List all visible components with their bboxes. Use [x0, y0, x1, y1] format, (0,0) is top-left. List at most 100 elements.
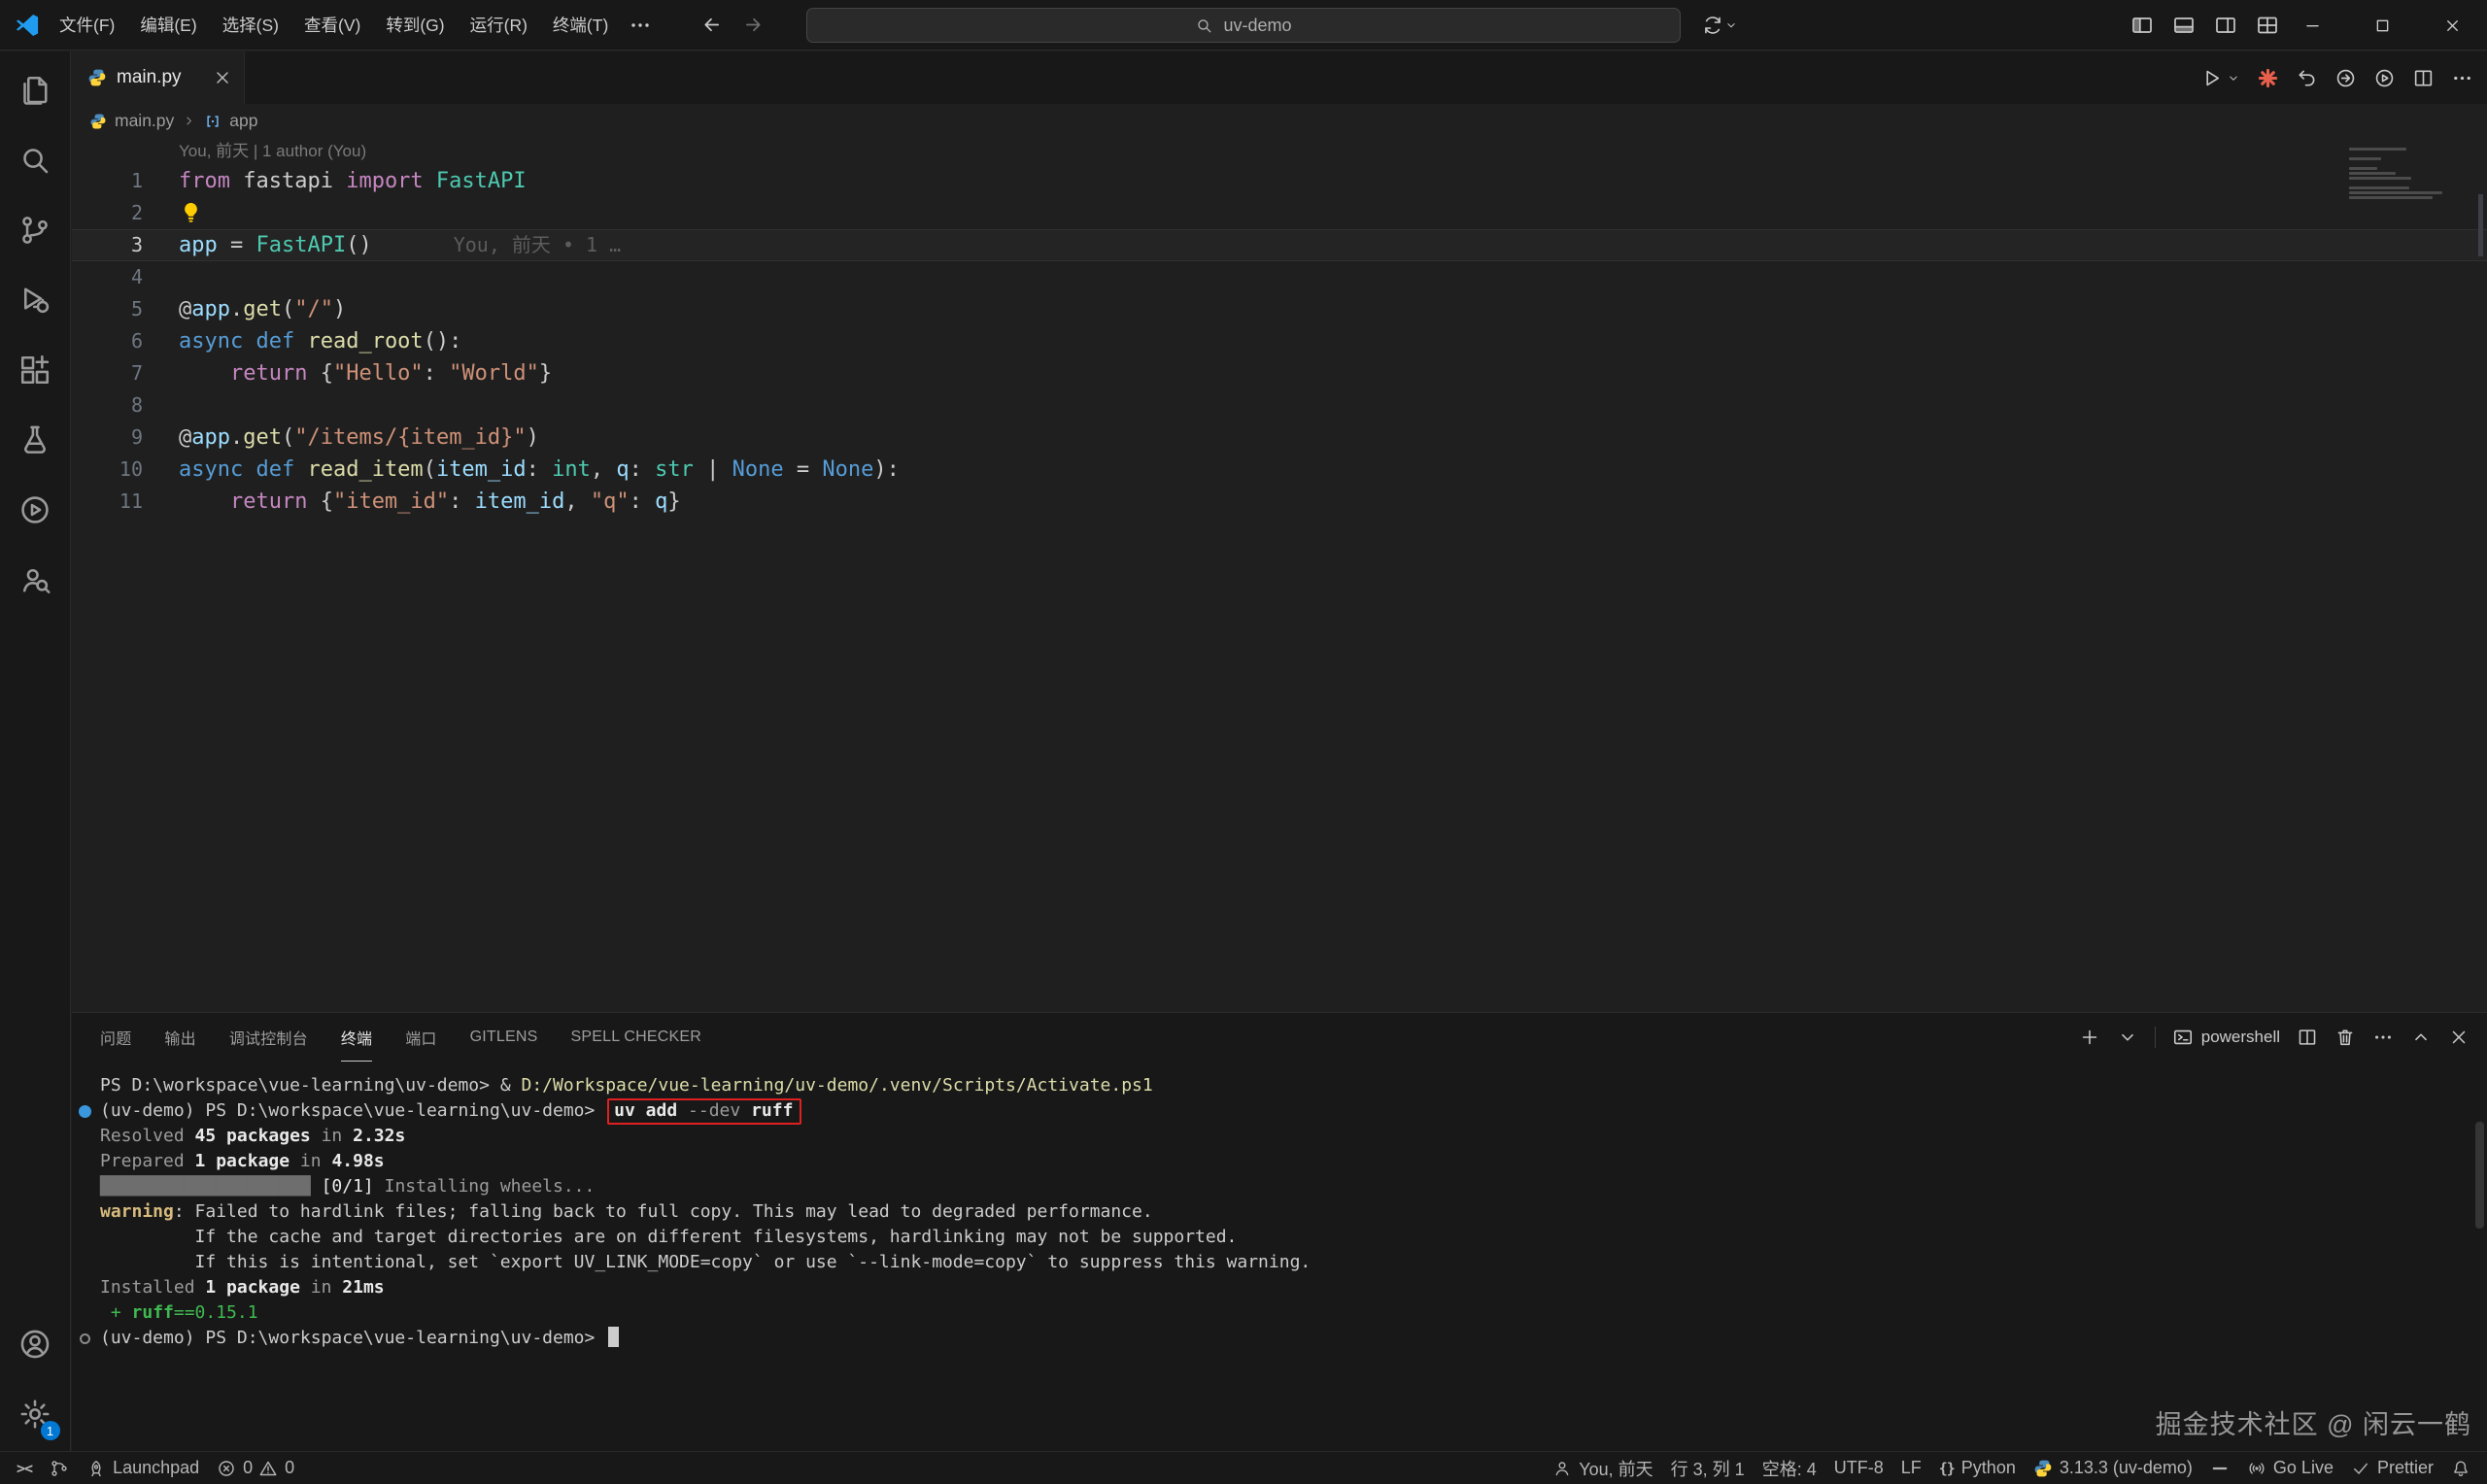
- lightbulb-icon[interactable]: [179, 200, 203, 224]
- menu-run[interactable]: 运行(R): [458, 0, 540, 50]
- activity-item-source-control[interactable]: [0, 195, 71, 265]
- terminal-more-actions[interactable]: [2372, 1027, 2394, 1048]
- status-env-progress[interactable]: [2201, 1452, 2238, 1484]
- menu-edit[interactable]: 编辑(E): [127, 0, 209, 50]
- run-python-file-icon[interactable]: [2200, 67, 2223, 89]
- more-actions-icon[interactable]: [2451, 67, 2473, 89]
- terminal-scrollbar[interactable]: [2475, 1122, 2484, 1229]
- code-line-8[interactable]: 8: [72, 389, 2487, 422]
- panel-tab-ports[interactable]: 端口: [405, 1013, 436, 1062]
- status-encoding[interactable]: UTF-8: [1825, 1452, 1892, 1484]
- toggle-panel-button[interactable]: [2172, 14, 2196, 37]
- status-blame[interactable]: You, 前天: [1544, 1452, 1661, 1484]
- toggle-sidebar-button[interactable]: [2130, 14, 2154, 37]
- status-commit-graph[interactable]: [41, 1452, 78, 1484]
- split-terminal-button[interactable]: [2297, 1027, 2318, 1048]
- code-line-11[interactable]: 11 return {"item_id": item_id, "q": q}: [72, 486, 2487, 518]
- activity-item-testing[interactable]: [0, 405, 71, 475]
- activity-item-gitlens[interactable]: [0, 545, 71, 615]
- tab-main-py[interactable]: main.py: [72, 51, 245, 104]
- git-codelens[interactable]: You, 前天 | 1 author (You): [72, 138, 2487, 165]
- maximize-button[interactable]: [2347, 0, 2417, 51]
- broadcast-icon: [2247, 1459, 2266, 1478]
- status-warnings[interactable]: 0: [256, 1452, 303, 1484]
- run-dropdown-icon[interactable]: [2227, 67, 2240, 89]
- activity-item-run-and-debug[interactable]: [0, 265, 71, 335]
- terminal-command-decoration[interactable]: [80, 1333, 90, 1344]
- activity-item-extensions[interactable]: [0, 335, 71, 405]
- status-indentation[interactable]: 空格: 4: [1754, 1452, 1825, 1484]
- panel-tab-output[interactable]: 输出: [164, 1013, 195, 1062]
- extension-flower-icon[interactable]: [2257, 67, 2279, 89]
- status-eol[interactable]: LF: [1892, 1452, 1930, 1484]
- terminal-instance-powershell[interactable]: powershell: [2155, 1027, 2280, 1048]
- status-launchpad[interactable]: Launchpad: [78, 1452, 208, 1484]
- terminal-cursor: [608, 1327, 619, 1347]
- customize-layout-button[interactable]: [2256, 14, 2279, 37]
- status-errors[interactable]: 0: [208, 1452, 256, 1484]
- split-editor-icon[interactable]: [2412, 67, 2435, 89]
- code-line-2[interactable]: 2: [72, 197, 2487, 229]
- command-center-search[interactable]: uv-demo: [806, 8, 1681, 43]
- run-below-icon[interactable]: [2334, 67, 2357, 89]
- activity-item-settings[interactable]: 1: [0, 1379, 71, 1449]
- go-forward-icon[interactable]: [742, 14, 765, 36]
- menu-go[interactable]: 转到(G): [373, 0, 457, 50]
- status-remote[interactable]: ><: [8, 1452, 41, 1484]
- panel-tab-debug-console[interactable]: 调试控制台: [229, 1013, 308, 1062]
- panel-tab-terminal[interactable]: 终端: [341, 1013, 372, 1062]
- tab-close-icon[interactable]: [213, 68, 232, 87]
- panel-tab-gitlens[interactable]: GITLENS: [470, 1013, 538, 1062]
- menu-selection[interactable]: 选择(S): [210, 0, 291, 50]
- person-icon: [1552, 1459, 1572, 1478]
- code-line-3[interactable]: 3app = FastAPI()You, 前天 • 1 …: [72, 229, 2487, 261]
- menu-view[interactable]: 查看(V): [291, 0, 373, 50]
- terminal-command-decoration[interactable]: [79, 1105, 91, 1118]
- line-number: 9: [72, 422, 143, 454]
- status-python-interpreter[interactable]: 3.13.3 (uv-demo): [2025, 1452, 2201, 1484]
- code-line-6[interactable]: 6async def read_root():: [72, 325, 2487, 357]
- activity-item-search[interactable]: [0, 125, 71, 195]
- panel-tab-problems[interactable]: 问题: [100, 1013, 131, 1062]
- editor[interactable]: You, 前天 | 1 author (You) 1from fastapi i…: [72, 138, 2487, 1012]
- breadcrumb-item-symbol[interactable]: app: [229, 111, 257, 131]
- terminal-dropdown[interactable]: [2117, 1027, 2138, 1048]
- activity-item-account[interactable]: [0, 1309, 71, 1379]
- bell-icon: [2451, 1459, 2470, 1478]
- menu-terminal[interactable]: 终端(T): [540, 0, 621, 50]
- status-go-live[interactable]: Go Live: [2238, 1452, 2342, 1484]
- code-line-7[interactable]: 7 return {"Hello": "World"}: [72, 357, 2487, 389]
- code-line-1[interactable]: 1from fastapi import FastAPI: [72, 165, 2487, 197]
- terminal[interactable]: PS D:\workspace\vue-learning\uv-demo> & …: [72, 1062, 2487, 1451]
- new-terminal-button[interactable]: [2079, 1027, 2100, 1048]
- status-notifications[interactable]: [2442, 1452, 2479, 1484]
- toggle-secondary-sidebar-button[interactable]: [2214, 14, 2237, 37]
- code-line-10[interactable]: 10async def read_item(item_id: int, q: s…: [72, 454, 2487, 486]
- go-back-icon[interactable]: [700, 14, 723, 36]
- maximize-panel-button[interactable]: [2410, 1027, 2432, 1048]
- close-button[interactable]: [2417, 0, 2487, 51]
- profile-sync-button[interactable]: [1702, 9, 1738, 42]
- status-label: You, 前天: [1579, 1456, 1652, 1481]
- close-panel-button[interactable]: [2448, 1027, 2470, 1048]
- minimize-button[interactable]: [2277, 0, 2347, 51]
- panel: 问题输出调试控制台终端端口 GITLENS SPELL CHECKER powers…: [72, 1012, 2487, 1451]
- panel-tab-spell-checker[interactable]: SPELL CHECKER: [571, 1013, 702, 1062]
- breadcrumb-item-file[interactable]: main.py: [115, 111, 174, 131]
- open-changes-icon[interactable]: [2296, 67, 2318, 89]
- status-prettier[interactable]: Prettier: [2342, 1452, 2442, 1484]
- menu-file[interactable]: 文件(F): [47, 0, 127, 50]
- minimap[interactable]: [2349, 148, 2446, 199]
- kill-terminal-button[interactable]: [2334, 1027, 2356, 1048]
- code-line-9[interactable]: 9@app.get("/items/{item_id}"): [72, 422, 2487, 454]
- activity-item-explorer[interactable]: [0, 55, 71, 125]
- menu-overflow-icon[interactable]: [629, 14, 652, 37]
- activity-item-live-preview[interactable]: [0, 475, 71, 545]
- code-line-4[interactable]: 4: [72, 261, 2487, 293]
- status-label: 空格: 4: [1762, 1456, 1817, 1481]
- code-line-5[interactable]: 5@app.get("/"): [72, 293, 2487, 325]
- debug-run-icon[interactable]: [2373, 67, 2396, 89]
- status-language-mode[interactable]: {}Python: [1930, 1452, 2025, 1484]
- gitlens-icon: [17, 562, 52, 597]
- status-cursor-position[interactable]: 行 3, 列 1: [1662, 1452, 1754, 1484]
